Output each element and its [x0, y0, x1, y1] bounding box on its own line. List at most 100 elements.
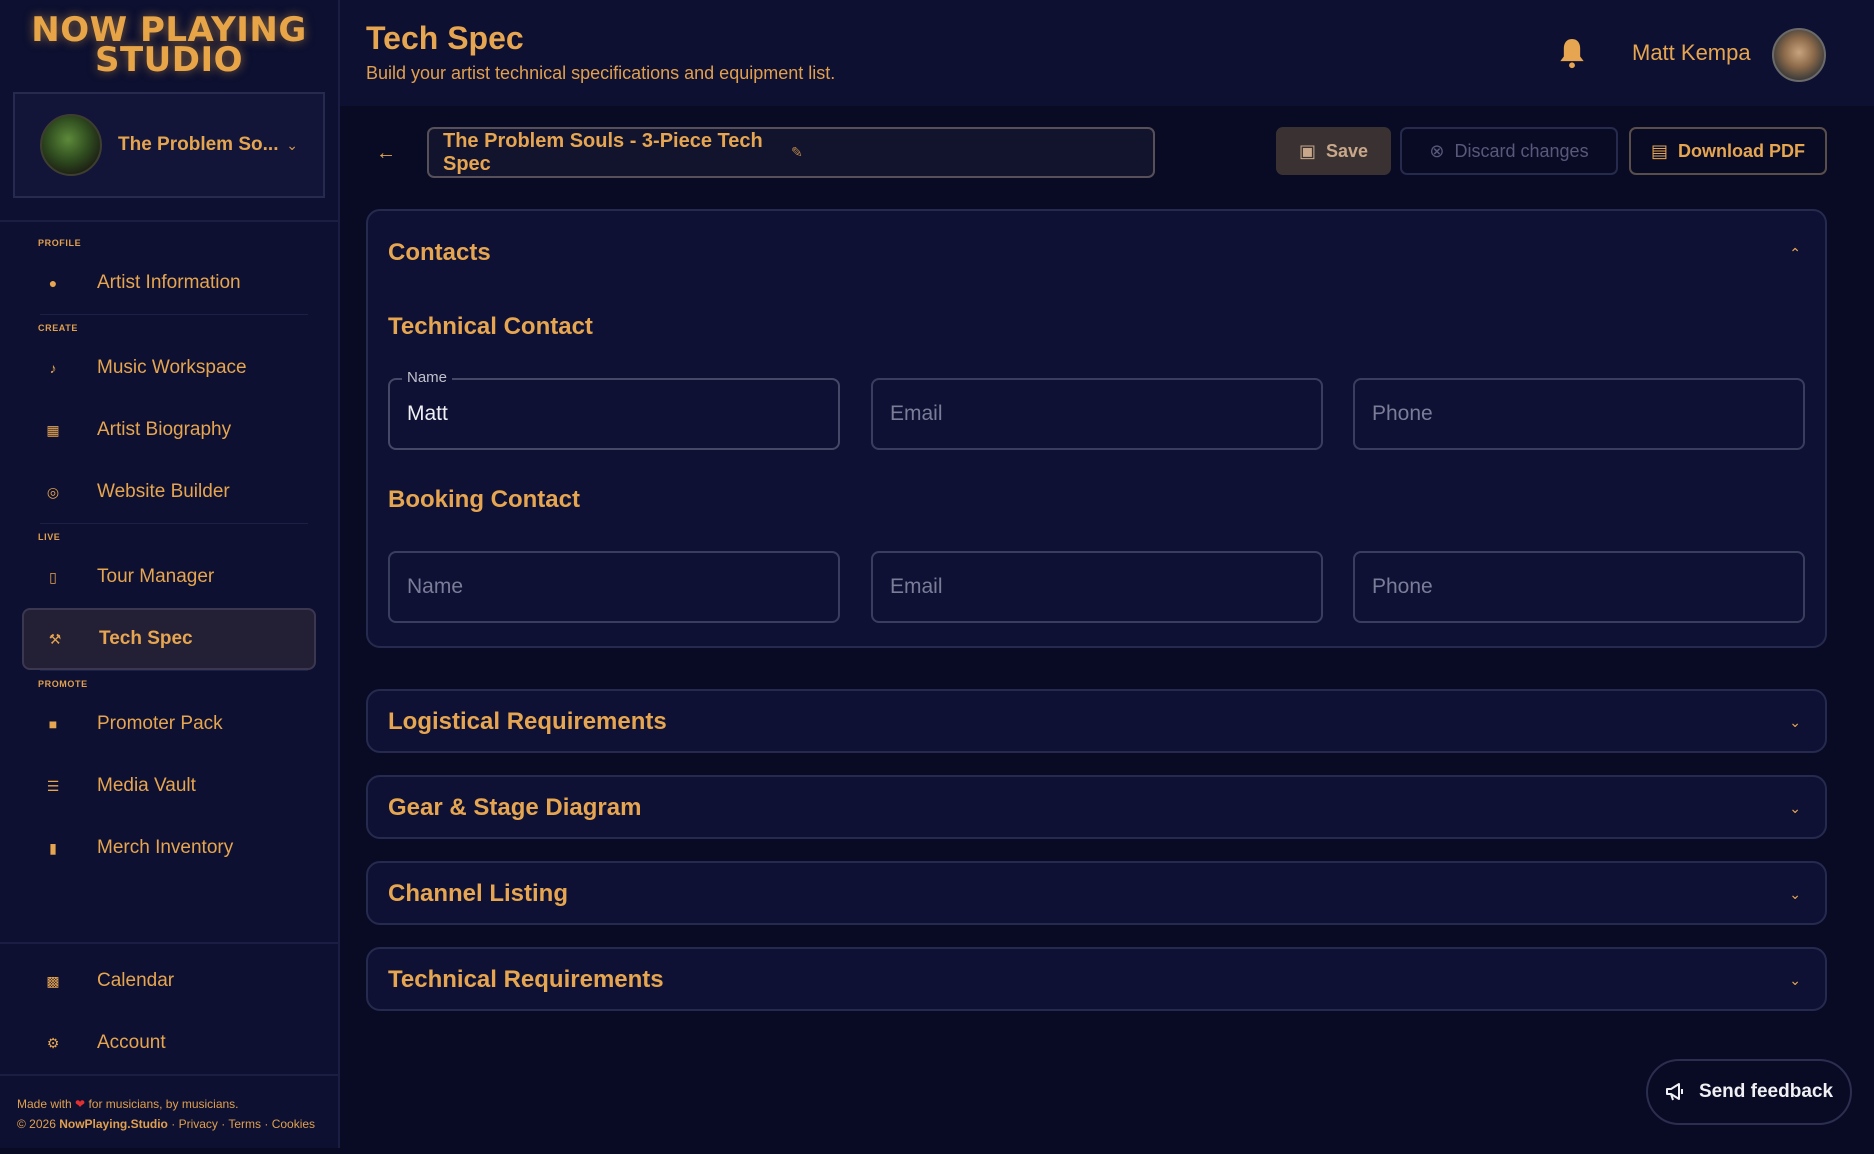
sidebar-footer: Made with ❤ for musicians, by musicians.…	[0, 1074, 338, 1148]
floppy-disk-icon: ▣	[1298, 140, 1316, 161]
sidebar-item-music-workspace[interactable]: ♪ Music Workspace	[0, 337, 338, 399]
folder-icon: ■	[48, 716, 58, 732]
download-label: Download PDF	[1678, 140, 1805, 161]
sidebar-item-label: Artist Biography	[97, 419, 232, 440]
download-pdf-button[interactable]: ▤ Download PDF	[1629, 127, 1827, 175]
save-button[interactable]: ▣ Save	[1276, 127, 1391, 175]
gear-stage-diagram-heading: Gear & Stage Diagram	[388, 794, 642, 821]
section-label-live: LIVE	[38, 532, 61, 542]
artist-name: The Problem So...	[118, 134, 279, 155]
sidebar-item-calendar[interactable]: ▩ Calendar	[0, 950, 338, 1012]
document-icon: ▦	[46, 421, 60, 438]
map-icon: ▯	[49, 568, 57, 585]
chevron-down-icon: ⌄	[1789, 972, 1801, 988]
sidebar-item-label: Account	[97, 1032, 166, 1053]
technical-requirements-panel[interactable]: Technical Requirements ⌄	[366, 947, 1827, 1011]
technical-contact-heading: Technical Contact	[388, 313, 593, 340]
list-icon: ☰	[46, 777, 60, 794]
sidebar: NOW PLAYING STUDIO The Problem So... ⌄ P…	[0, 0, 340, 1148]
logistical-requirements-heading: Logistical Requirements	[388, 708, 667, 735]
music-note-icon: ♪	[49, 360, 57, 376]
booking-name-field[interactable]: Name	[388, 551, 840, 623]
sidebar-item-merch-inventory[interactable]: ▮ Merch Inventory	[0, 817, 338, 879]
sidebar-item-label: Tech Spec	[99, 628, 193, 649]
field-placeholder: Phone	[1372, 575, 1433, 598]
sidebar-item-media-vault[interactable]: ☰ Media Vault	[0, 755, 338, 817]
megaphone-icon	[1665, 1083, 1683, 1101]
discard-changes-button[interactable]: ⊗ Discard changes	[1400, 127, 1618, 175]
footer-copyright: © 2026	[17, 1117, 56, 1131]
field-placeholder: Email	[890, 402, 943, 425]
pdf-icon: ▤	[1650, 140, 1668, 161]
brand-logo[interactable]: NOW PLAYING STUDIO	[0, 0, 338, 90]
artist-avatar	[40, 114, 102, 176]
footer-tagline: for musicians, by musicians.	[88, 1097, 239, 1111]
spec-title-text: The Problem Souls - 3-Piece Tech Spec	[443, 129, 763, 175]
sidebar-item-label: Media Vault	[97, 775, 196, 796]
sidebar-nav: PROFILE ● Artist Information CREATE ♪ Mu…	[0, 222, 338, 942]
back-arrow-icon[interactable]: ←	[376, 142, 396, 165]
close-circle-icon: ⊗	[1429, 140, 1445, 161]
chevron-down-icon: ⌄	[286, 136, 298, 153]
technical-phone-field[interactable]: Phone	[1353, 378, 1805, 450]
footer-privacy-link[interactable]: Privacy	[179, 1117, 218, 1131]
section-label-create: CREATE	[38, 323, 78, 333]
booking-email-field[interactable]: Email	[871, 551, 1323, 623]
contacts-panel: Contacts ⌃ Technical Contact Name Matt E…	[366, 209, 1827, 648]
artist-switcher[interactable]: The Problem So... ⌄	[13, 92, 325, 198]
heart-icon: ❤	[75, 1097, 86, 1111]
technical-name-value: Matt	[407, 402, 448, 425]
sidebar-item-promoter-pack[interactable]: ■ Promoter Pack	[0, 693, 338, 755]
gear-stage-diagram-panel[interactable]: Gear & Stage Diagram ⌄	[366, 775, 1827, 839]
footer-cookies-link[interactable]: Cookies	[272, 1117, 315, 1131]
sidebar-item-label: Promoter Pack	[97, 713, 223, 734]
technical-name-field[interactable]: Name Matt	[388, 369, 840, 450]
technical-email-field[interactable]: Email	[871, 378, 1323, 450]
chevron-down-icon: ⌄	[1789, 800, 1801, 816]
send-feedback-button[interactable]: Send feedback	[1646, 1059, 1852, 1125]
user-avatar[interactable]	[1772, 28, 1826, 82]
wrench-icon: ⚒	[48, 630, 62, 647]
chevron-down-icon: ⌄	[1789, 714, 1801, 730]
channel-listing-panel[interactable]: Channel Listing ⌄	[366, 861, 1827, 925]
discard-label: Discard changes	[1454, 140, 1589, 161]
person-icon: ●	[48, 275, 58, 291]
field-placeholder: Email	[890, 575, 943, 598]
sidebar-item-tour-manager[interactable]: ▯ Tour Manager	[0, 546, 338, 608]
page-header: Tech Spec Build your artist technical sp…	[340, 0, 1874, 106]
chevron-up-icon[interactable]: ⌃	[1789, 245, 1801, 262]
bell-icon[interactable]	[1558, 36, 1586, 70]
booking-phone-field[interactable]: Phone	[1353, 551, 1805, 623]
sidebar-item-website-builder[interactable]: ◎ Website Builder	[0, 461, 338, 523]
logistical-requirements-panel[interactable]: Logistical Requirements ⌄	[366, 689, 1827, 753]
pencil-icon[interactable]: ✎	[791, 144, 1139, 161]
spec-title-field[interactable]: The Problem Souls - 3-Piece Tech Spec ✎	[427, 127, 1155, 178]
field-label: Name	[402, 369, 453, 386]
footer-brand-link[interactable]: NowPlaying.Studio	[59, 1117, 168, 1131]
sidebar-item-label: Merch Inventory	[97, 837, 234, 858]
contacts-heading[interactable]: Contacts	[388, 239, 491, 267]
sidebar-item-artist-information[interactable]: ● Artist Information	[0, 252, 338, 314]
sidebar-item-tech-spec[interactable]: ⚒ Tech Spec	[22, 608, 316, 670]
section-label-profile: PROFILE	[38, 238, 82, 248]
save-label: Save	[1325, 140, 1369, 161]
footer-made-with: Made with	[17, 1097, 72, 1111]
page-subtitle: Build your artist technical specificatio…	[366, 63, 836, 83]
sidebar-bottom-nav: ▩ Calendar ⚙ Account	[0, 942, 338, 1074]
channel-listing-heading: Channel Listing	[388, 880, 568, 907]
main-content: ← The Problem Souls - 3-Piece Tech Spec …	[340, 106, 1874, 1148]
sidebar-item-label: Artist Information	[97, 272, 241, 293]
chevron-down-icon: ⌄	[1789, 886, 1801, 902]
globe-icon: ◎	[46, 483, 60, 500]
user-name[interactable]: Matt Kempa	[1632, 40, 1751, 66]
booking-contact-heading: Booking Contact	[388, 486, 580, 513]
technical-requirements-heading: Technical Requirements	[388, 966, 664, 993]
sidebar-item-artist-biography[interactable]: ▦ Artist Biography	[0, 399, 338, 461]
gear-icon: ⚙	[46, 1034, 60, 1051]
footer-terms-link[interactable]: Terms	[228, 1117, 261, 1131]
send-feedback-label: Send feedback	[1698, 1081, 1834, 1102]
sidebar-item-label: Tour Manager	[97, 566, 215, 587]
sidebar-item-account[interactable]: ⚙ Account	[0, 1012, 338, 1074]
page-title: Tech Spec	[366, 20, 524, 56]
sidebar-item-label: Website Builder	[97, 481, 230, 502]
